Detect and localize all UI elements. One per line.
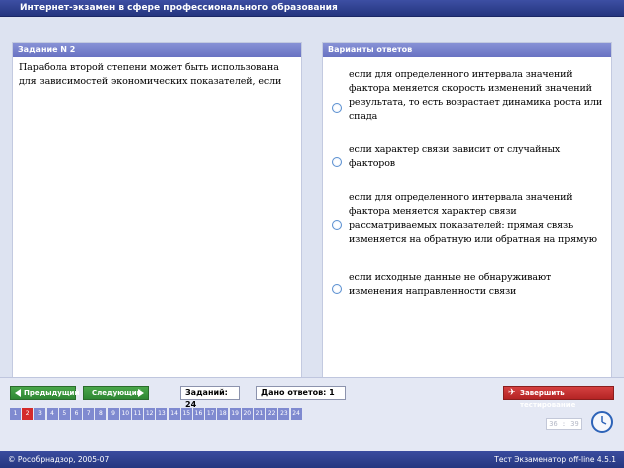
window-title: Интернет-экзамен в сфере профессионально… [20, 3, 338, 13]
answer-radio-2[interactable] [332, 157, 342, 167]
question-nav-2[interactable]: 2 [22, 408, 35, 420]
question-panel: Задание N 2 Парабола второй степени може… [12, 42, 302, 384]
previous-button[interactable]: Предыдущий [10, 386, 80, 400]
timer-display: 36 : 39 [546, 418, 582, 430]
question-nav-9[interactable]: 9 [107, 408, 120, 420]
answers-counter: Дано ответов: 1 [256, 386, 346, 400]
answer-text-3[interactable]: если для определенного интервала значени… [349, 191, 604, 247]
question-nav-14[interactable]: 14 [168, 408, 181, 420]
footer-bar: © Рособрнадзор, 2005-07 Тест Экзаменатор… [0, 451, 624, 468]
answer-option-2[interactable]: если характер связи зависит от случайных… [323, 143, 613, 175]
question-nav-8[interactable]: 8 [95, 408, 108, 420]
question-nav-15[interactable]: 15 [180, 408, 193, 420]
work-area: Задание N 2 Парабола второй степени може… [0, 17, 624, 384]
answer-option-1[interactable]: если для определенного интервала значени… [323, 63, 613, 123]
question-nav-5[interactable]: 5 [58, 408, 71, 420]
question-header: Задание N 2 [13, 43, 301, 57]
question-nav-4[interactable]: 4 [46, 408, 59, 420]
question-nav-21[interactable]: 21 [254, 408, 266, 420]
answer-radio-1[interactable] [332, 103, 342, 113]
answer-radio-4[interactable] [332, 284, 342, 294]
question-nav-11[interactable]: 11 [132, 408, 144, 420]
question-text: Парабола второй степени может быть испол… [19, 62, 282, 87]
answer-option-3[interactable]: если для определенного интервала значени… [323, 191, 613, 253]
question-nav-6[interactable]: 6 [71, 408, 83, 420]
finish-test-label: Завершить тестирование [520, 389, 576, 409]
question-nav-7[interactable]: 7 [83, 408, 96, 420]
next-button[interactable]: Следующий [83, 386, 149, 400]
answers-panel: Варианты ответов если для определенного … [322, 42, 612, 384]
question-nav-10[interactable]: 10 [119, 408, 132, 420]
finish-test-button[interactable]: ✈ Завершить тестирование [503, 386, 614, 409]
question-nav-24[interactable]: 24 [290, 408, 303, 420]
arrow-right-icon [138, 389, 144, 397]
question-nav-20[interactable]: 20 [241, 408, 254, 420]
question-nav-17[interactable]: 17 [205, 408, 218, 420]
arrow-left-icon [15, 389, 21, 397]
footer-copyright: © Рособрнадзор, 2005-07 [8, 455, 110, 464]
question-nav-18[interactable]: 18 [217, 408, 230, 420]
runner-icon: ✈ [508, 388, 516, 398]
answer-radio-3[interactable] [332, 220, 342, 230]
answers-header: Варианты ответов [323, 43, 611, 57]
question-nav-12[interactable]: 12 [144, 408, 157, 420]
question-nav-1[interactable]: 1 [10, 408, 22, 420]
previous-button-label: Предыдущий [24, 389, 80, 397]
question-nav-16[interactable]: 16 [193, 408, 205, 420]
question-nav-13[interactable]: 13 [156, 408, 169, 420]
next-button-label: Следующий [92, 389, 142, 397]
clock-icon [591, 411, 613, 433]
footer-version: Тест Экзаменатор off-line 4.5.1 [494, 455, 616, 464]
control-bar: Предыдущий Следующий Заданий: 24 Дано от… [0, 377, 624, 451]
question-nav-3[interactable]: 3 [34, 408, 47, 420]
answer-option-4[interactable]: если исходные данные не обнаруживают изм… [323, 272, 613, 307]
question-nav-23[interactable]: 23 [278, 408, 291, 420]
question-nav-19[interactable]: 19 [229, 408, 242, 420]
question-nav-22[interactable]: 22 [266, 408, 279, 420]
title-bar: Интернет-экзамен в сфере профессионально… [0, 0, 624, 17]
answer-text-2[interactable]: если характер связи зависит от случайных… [349, 143, 604, 171]
tasks-counter: Заданий: 24 [180, 386, 240, 409]
answer-text-1[interactable]: если для определенного интервала значени… [349, 68, 604, 124]
answer-text-4[interactable]: если исходные данные не обнаруживают изм… [349, 271, 604, 299]
question-navigator: 1 2 3 4 5 6 7 8 9 10 11 12 13 14 15 16 17 18 19 20 21 22 23 24 [10, 408, 304, 420]
